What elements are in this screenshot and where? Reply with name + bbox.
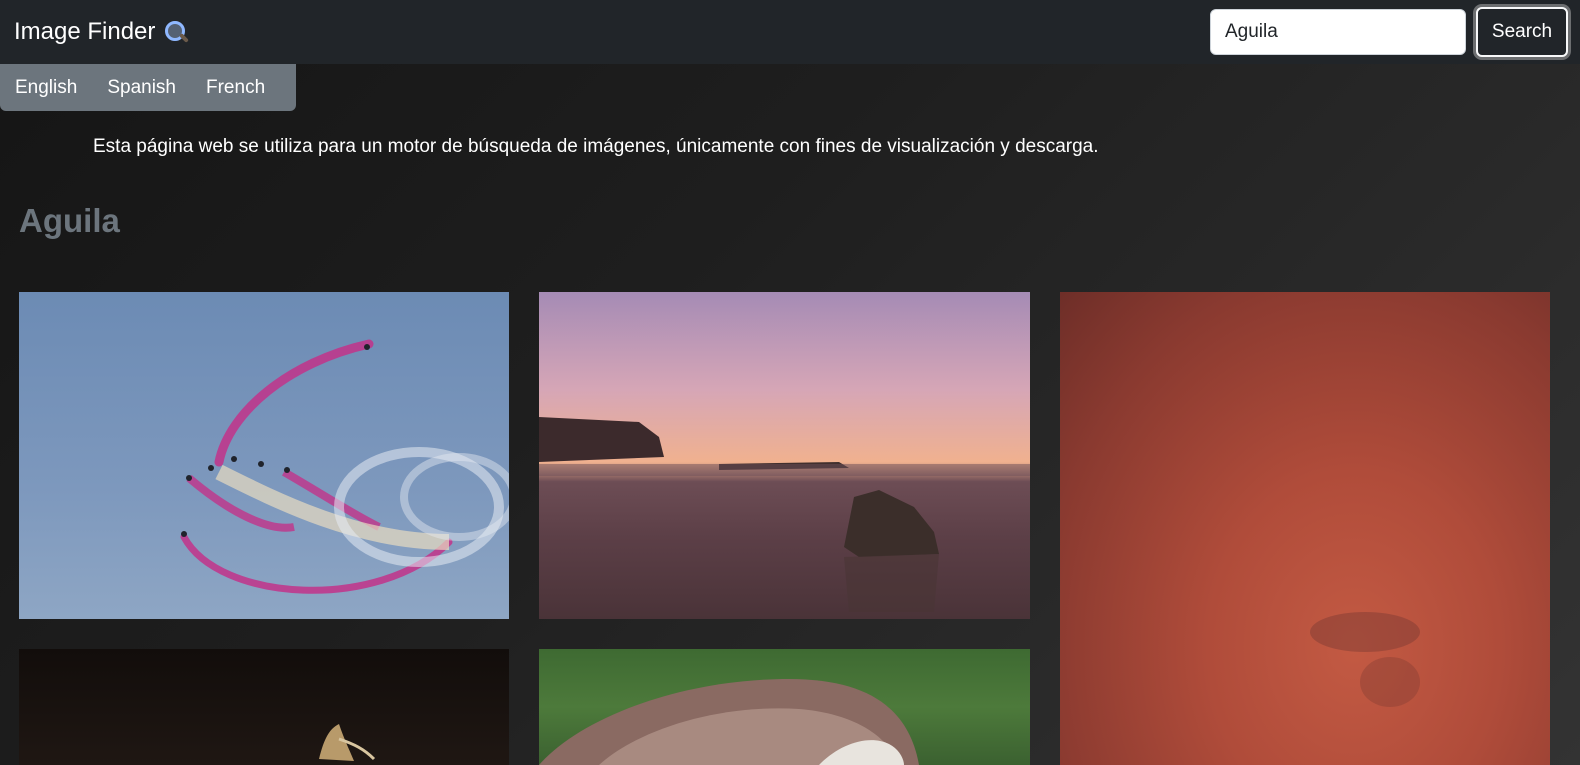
search-input[interactable] bbox=[1210, 9, 1466, 55]
search-button[interactable]: Search bbox=[1476, 7, 1568, 57]
app-title: Image Finder bbox=[14, 18, 156, 45]
result-image-eagle-flying[interactable] bbox=[19, 649, 509, 765]
language-selector: English Spanish French bbox=[0, 64, 297, 111]
result-image-jets[interactable] bbox=[19, 292, 509, 619]
result-image-eagle-head[interactable] bbox=[539, 649, 1030, 765]
language-french-button[interactable]: French bbox=[191, 64, 280, 111]
result-image-beach[interactable] bbox=[539, 292, 1030, 619]
results-heading: Aguila bbox=[19, 202, 120, 239]
page-description: Esta página web se utiliza para un motor… bbox=[93, 136, 1099, 157]
result-image-red-blur[interactable] bbox=[1060, 292, 1550, 765]
search-form: Search bbox=[1210, 7, 1568, 57]
navbar: Image Finder Search bbox=[0, 0, 1580, 64]
brand[interactable]: Image Finder bbox=[14, 18, 190, 46]
magnifying-glass-icon bbox=[163, 19, 190, 45]
language-spanish-button[interactable]: Spanish bbox=[92, 64, 191, 111]
language-english-button[interactable]: English bbox=[0, 64, 92, 111]
